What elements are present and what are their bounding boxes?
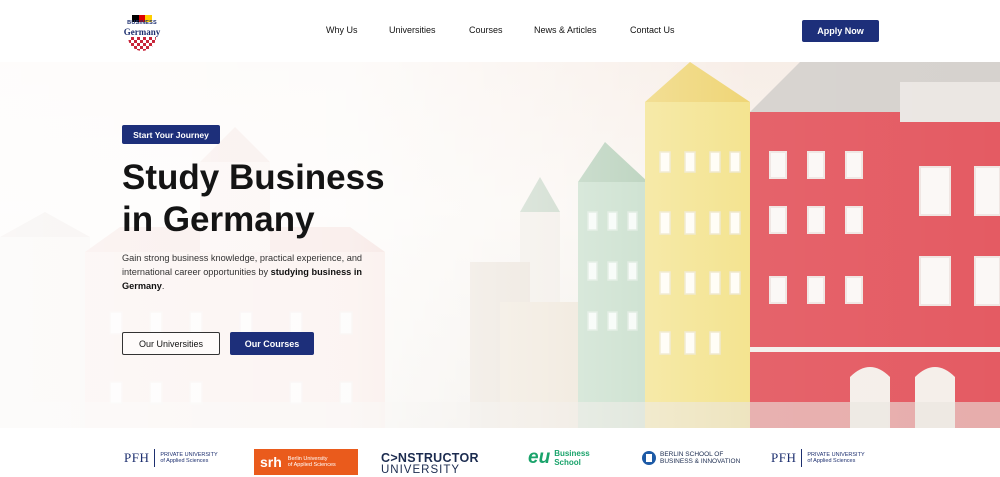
- german-flag-icon: [132, 9, 152, 22]
- pfh-line2: of Applied Sciences: [160, 458, 209, 464]
- start-journey-badge[interactable]: Start Your Journey: [122, 125, 220, 144]
- srh-text: Berlin University of Applied Sciences: [288, 456, 336, 469]
- apply-now-button[interactable]: Apply Now: [802, 20, 879, 42]
- bsbi-emblem-icon: [642, 451, 656, 465]
- nav-why-us[interactable]: Why Us: [326, 25, 358, 35]
- bsbi-line2: BUSINESS & INNOVATION: [660, 458, 741, 465]
- srh-line2: of Applied Sciences: [287, 462, 336, 468]
- our-universities-button[interactable]: Our Universities: [122, 332, 220, 355]
- eu-mark: eu: [528, 447, 551, 468]
- eu-line2: School: [554, 458, 581, 467]
- hero-title-line2: in Germany: [122, 200, 315, 239]
- nav-universities[interactable]: Universities: [389, 25, 436, 35]
- constructor-text: C>NSTRUCTOR UNIVERSITY: [381, 452, 479, 476]
- eu-text: Business School: [554, 449, 590, 467]
- eu-line1: Business: [554, 449, 590, 458]
- partner-pfh-logo-2[interactable]: PFH PRIVATE UNIVERSITY of Applied Scienc…: [771, 444, 865, 472]
- srh-box: srh Berlin University of Applied Science…: [254, 449, 358, 475]
- hero-desc-end: .: [161, 281, 165, 291]
- eu-group: eu Business School: [528, 447, 590, 469]
- our-courses-button[interactable]: Our Courses: [230, 332, 314, 355]
- site-header: BUSINESS Germany Why Us Universities Cou…: [0, 0, 1000, 62]
- page: BUSINESS Germany Why Us Universities Cou…: [0, 0, 1000, 477]
- nav-courses[interactable]: Courses: [469, 25, 503, 35]
- partner-logos-strip: PFH PRIVATE UNIVERSITY of Applied Scienc…: [0, 428, 1000, 477]
- nav-news-articles[interactable]: News & Articles: [534, 25, 597, 35]
- partner-bsbi-logo[interactable]: BERLIN SCHOOL OF BUSINESS & INNOVATION: [642, 444, 740, 472]
- nav-contact-us[interactable]: Contact Us: [630, 25, 675, 35]
- pfh2-mark: PFH: [771, 450, 797, 465]
- partner-pfh-logo[interactable]: PFH PRIVATE UNIVERSITY of Applied Scienc…: [124, 444, 218, 472]
- hero-description: Gain strong business knowledge, practica…: [122, 251, 392, 293]
- srh-mark: srh: [260, 454, 282, 470]
- checker-emblem-icon: [128, 37, 156, 51]
- partner-srh-logo[interactable]: srh Berlin University of Applied Science…: [254, 448, 358, 476]
- hero-overlay: [0, 62, 1000, 428]
- bsbi-group: BERLIN SCHOOL OF BUSINESS & INNOVATION: [642, 451, 740, 466]
- pfh-mark: PFH: [124, 450, 150, 465]
- pfh2-text: PRIVATE UNIVERSITY of Applied Sciences: [807, 452, 864, 465]
- pfh2-line2: of Applied Sciences: [807, 458, 856, 464]
- hero-title: Study Business in Germany: [122, 157, 442, 241]
- constructor-line1: C>NSTRUCTOR: [381, 451, 479, 465]
- bsbi-line1: BERLIN SCHOOL OF: [660, 450, 724, 458]
- partner-eu-logo[interactable]: eu Business School: [528, 444, 590, 472]
- hero-title-line1: Study Business: [122, 158, 385, 197]
- pfh-text: PRIVATE UNIVERSITY of Applied Sciences: [160, 452, 217, 465]
- pfh2-divider: [801, 449, 803, 467]
- pfh-divider: [154, 449, 156, 467]
- partner-constructor-logo[interactable]: C>NSTRUCTOR UNIVERSITY: [381, 450, 479, 477]
- hero-section: Start Your Journey Study Business in Ger…: [0, 62, 1000, 428]
- constructor-line2: UNIVERSITY: [381, 464, 461, 476]
- bsbi-text: BERLIN SCHOOL OF BUSINESS & INNOVATION: [660, 451, 740, 466]
